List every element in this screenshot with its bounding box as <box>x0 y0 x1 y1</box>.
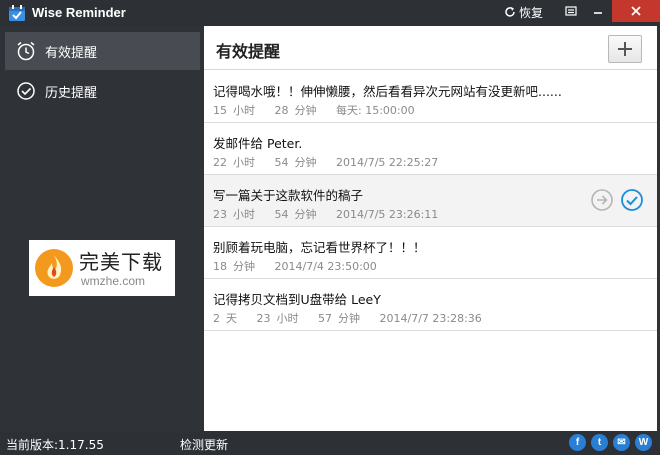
reminder-title: 写一篇关于这款软件的稿子 <box>213 188 364 203</box>
ad-domain-text: wmzhe.com <box>81 274 146 288</box>
days-unit: 天 <box>226 312 237 325</box>
hours-unit: 小时 <box>233 104 255 117</box>
plus-icon <box>618 42 632 56</box>
close-button[interactable] <box>612 0 660 22</box>
reminder-title: 别顾着玩电脑，忘记看世界杯了！！！ <box>213 240 426 255</box>
title-bar: Wise Reminder 恢复 <box>0 0 660 26</box>
remaining-hours: 23 <box>213 208 227 221</box>
restore-button[interactable]: 恢复 <box>504 3 543 21</box>
wise-logo-icon[interactable]: W <box>635 434 652 451</box>
add-reminder-button[interactable] <box>608 35 642 63</box>
remaining-minutes: 54 <box>274 156 289 169</box>
refresh-icon <box>505 7 515 17</box>
check-circle-icon <box>17 82 35 100</box>
app-title: Wise Reminder <box>32 5 126 20</box>
minutes-unit: 分钟 <box>294 156 317 169</box>
reminder-time: 每天: 15:00:00 <box>336 104 415 117</box>
reminder-time: 2014/7/5 22:25:27 <box>336 156 439 169</box>
sidebar-item-label: 有效提醒 <box>45 45 98 61</box>
hours-unit: 小时 <box>233 208 255 221</box>
facebook-icon[interactable]: f <box>569 434 586 451</box>
postpone-arrow-icon[interactable] <box>590 188 614 212</box>
reminder-meta: 15 小时 28 分钟 每天: 15:00:00 <box>213 102 421 118</box>
mark-done-check-icon[interactable] <box>620 188 644 212</box>
status-bar: 当前版本:1.17.55 检测更新 f t ✉ W <box>0 431 660 455</box>
reminder-meta: 22 小时 54 分钟 2014/7/5 22:25:27 <box>213 154 444 170</box>
reminder-row[interactable]: 发邮件给 Peter. 22 小时 54 分钟 2014/7/5 22:25:27 <box>204 123 657 175</box>
mail-icon[interactable]: ✉ <box>613 434 630 451</box>
remaining-hours: 15 <box>213 104 227 117</box>
minutes-unit: 分钟 <box>233 260 255 273</box>
flame-logo-icon <box>35 249 73 287</box>
reminder-time: 2014/7/5 23:26:11 <box>336 208 439 221</box>
close-icon <box>631 6 641 16</box>
remaining-days: 2 <box>213 312 220 325</box>
twitter-icon[interactable]: t <box>591 434 608 451</box>
reminder-row[interactable]: 写一篇关于这款软件的稿子 23 小时 54 分钟 2014/7/5 23:26:11 <box>204 175 657 227</box>
menu-icon[interactable] <box>564 4 578 18</box>
reminder-title: 发邮件给 Peter. <box>213 136 303 151</box>
remaining-hours: 23 <box>256 312 271 325</box>
page-title: 有效提醒 <box>216 42 281 61</box>
remaining-minutes: 54 <box>274 208 289 221</box>
minutes-unit: 分钟 <box>294 208 317 221</box>
reminder-time: 2014/7/7 23:28:36 <box>379 312 482 325</box>
reminder-row[interactable]: 记得喝水哦！！伸伸懒腰，然后看看异次元网站有没更新吧...... 15 小时 28… <box>204 71 657 123</box>
main-header: 有效提醒 <box>204 26 657 70</box>
reminder-title: 记得拷贝文档到U盘带给 LeeY <box>213 292 381 307</box>
restore-label: 恢复 <box>519 5 544 20</box>
app-calendar-icon <box>9 5 25 21</box>
ad-banner[interactable]: 完美下载 wmzhe.com <box>29 240 175 296</box>
row-actions <box>590 188 644 212</box>
sidebar: 有效提醒 历史提醒 完美下载 wmzhe.com <box>0 26 204 431</box>
reminder-time: 2014/7/4 23:50:00 <box>274 260 377 273</box>
reminder-meta: 23 小时 54 分钟 2014/7/5 23:26:11 <box>213 206 444 222</box>
check-update-link[interactable]: 检测更新 <box>180 436 228 453</box>
reminder-row[interactable]: 别顾着玩电脑，忘记看世界杯了！！！ 18 分钟 2014/7/4 23:50:00 <box>204 227 657 279</box>
hours-unit: 小时 <box>276 312 299 325</box>
minutes-unit: 分钟 <box>294 104 317 117</box>
remaining-minutes: 57 <box>318 312 332 325</box>
reminder-row[interactable]: 记得拷贝文档到U盘带给 LeeY 2天 23 小时 57 分钟 2014/7/7 2… <box>204 279 657 331</box>
remaining-minutes: 18 <box>213 260 227 273</box>
alarm-clock-icon <box>17 41 35 61</box>
remaining-hours: 22 <box>213 156 227 169</box>
sidebar-item-label: 历史提醒 <box>45 85 98 101</box>
minutes-unit: 分钟 <box>338 312 360 325</box>
reminder-meta: 18 分钟 2014/7/4 23:50:00 <box>213 258 383 274</box>
version-label: 当前版本:1.17.55 <box>6 438 104 452</box>
ad-brand-text: 完美下载 <box>79 250 163 274</box>
main-panel: 有效提醒 记得喝水哦！！伸伸懒腰，然后看看异次元网站有没更新吧...... 15… <box>204 26 657 431</box>
sidebar-item-active-reminders[interactable]: 有效提醒 <box>5 32 200 70</box>
minimize-icon[interactable] <box>591 4 605 18</box>
remaining-minutes: 28 <box>274 104 289 117</box>
sidebar-item-history[interactable]: 历史提醒 <box>5 72 200 110</box>
reminder-meta: 2天 23 小时 57 分钟 2014/7/7 23:28:36 <box>213 310 488 326</box>
reminder-title: 记得喝水哦！！伸伸懒腰，然后看看异次元网站有没更新吧...... <box>213 84 562 99</box>
hours-unit: 小时 <box>233 156 255 169</box>
